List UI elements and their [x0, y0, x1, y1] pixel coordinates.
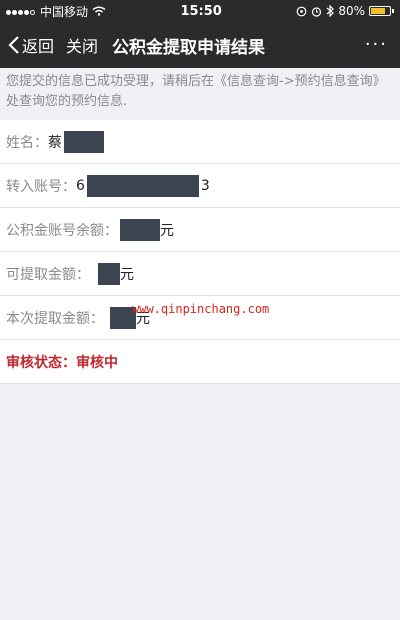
close-button[interactable]: 关闭 [66, 33, 98, 57]
page-title: 公积金提取申请结果 [112, 37, 266, 58]
balance-label: 公积金账号余额： [6, 222, 118, 239]
signal-icon [6, 4, 36, 18]
name-prefix: 蔡 [48, 134, 62, 151]
withdrawable-unit: 元 [120, 266, 134, 283]
redaction-mask [120, 218, 160, 241]
battery-percent: 80% [338, 4, 365, 18]
account-prefix: 6 [76, 177, 85, 194]
clock: 15:50 [180, 3, 222, 19]
redaction-mask [64, 130, 104, 153]
name-label: 姓名： [6, 134, 48, 151]
row-balance: 公积金账号余额： 元 [0, 208, 400, 252]
redaction-mask [86, 174, 199, 197]
current-amount-label: 本次提取金额： [6, 310, 104, 327]
withdrawable-label: 可提取金额： [6, 266, 90, 283]
bluetooth-icon [326, 5, 335, 17]
chevron-left-icon [8, 36, 19, 54]
alarm-clock-icon [312, 6, 322, 17]
withdrawable-value: 元 [90, 262, 134, 285]
status-bar: 中国移动 15:50 80% [0, 0, 400, 22]
row-account: 转入账号： 6 3 [0, 164, 400, 208]
watermark: www.qinpinchang.com [132, 302, 270, 316]
carrier-name: 中国移动 [40, 4, 89, 19]
row-withdrawable: 可提取金额： 元 [0, 252, 400, 296]
notice-text: 您提交的信息已成功受理，请稍后在《信息查询->预约信息查询》处查询您的预约信息. [6, 74, 386, 109]
row-name: 姓名： 蔡 [0, 120, 400, 164]
balance-value: 元 [118, 218, 174, 241]
account-suffix: 3 [200, 177, 210, 194]
back-label: 返回 [22, 37, 55, 56]
more-button[interactable]: ··· [365, 34, 388, 55]
redaction-mask [98, 262, 120, 285]
review-status-label: 审核状态： [6, 354, 76, 371]
balance-unit: 元 [160, 222, 174, 239]
account-value: 6 3 [76, 174, 210, 197]
back-button[interactable]: 返回 [8, 33, 54, 57]
account-label: 转入账号： [6, 178, 76, 195]
alarm-icon [296, 6, 307, 16]
row-review-status: 审核状态： 审核中 [0, 340, 400, 384]
name-value: 蔡 [48, 130, 104, 153]
wifi-icon [92, 6, 106, 16]
nav-bar: 返回 关闭 公积金提取申请结果 ··· [0, 22, 400, 68]
result-list: 姓名： 蔡 转入账号： 6 3 公积金账号余额： 元 可提取金额： 元 本次提取… [0, 120, 400, 384]
battery-icon [368, 6, 394, 16]
review-status-value: 审核中 [76, 354, 118, 371]
